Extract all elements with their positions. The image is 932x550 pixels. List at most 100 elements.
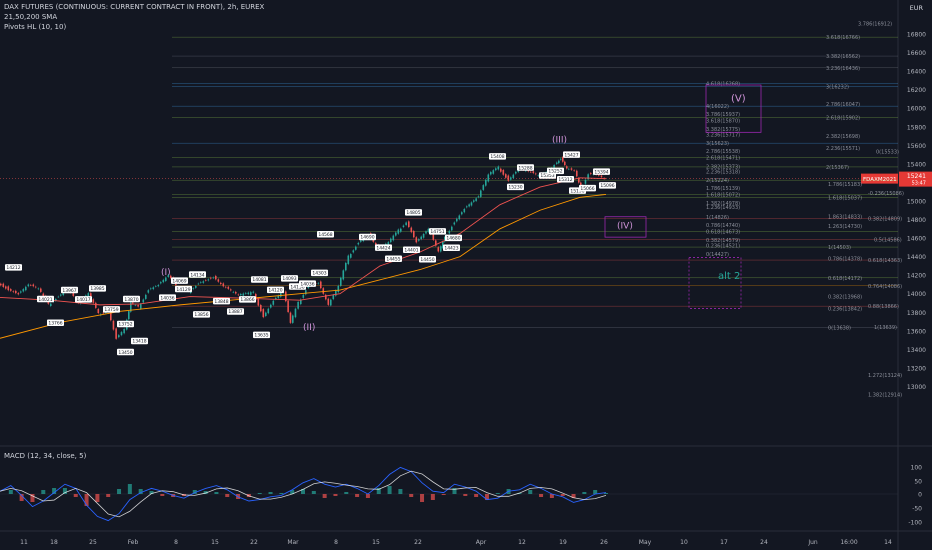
candle-body	[20, 291, 22, 293]
pivot-badge-label: 14212	[6, 265, 20, 271]
candle-body	[155, 286, 157, 287]
price-chart[interactable]: 16800 16600 16400 16200 16000 15800 15600 15400…	[0, 0, 932, 550]
fib-label-lower: 0.382(14809)	[868, 217, 902, 223]
candle-body	[492, 170, 495, 174]
candle-body	[207, 279, 210, 281]
macd-histogram-bar	[160, 494, 165, 496]
sma-indicator-label[interactable]: 21,50,200 SMA	[4, 13, 57, 21]
candle-body	[397, 229, 400, 234]
candle-body	[92, 299, 95, 303]
time-axis-tick: 17	[720, 539, 728, 546]
macd-histogram-bar	[463, 494, 468, 496]
candle-body	[292, 315, 294, 323]
candle-body	[500, 168, 502, 172]
pivot-badge-label: 13887	[228, 309, 242, 315]
time-axis-tick: 14	[884, 539, 892, 546]
candle-body	[167, 275, 170, 277]
candle-body	[0, 283, 2, 286]
price-axis-tick: 13600	[907, 328, 926, 335]
price-axis-tick: 13000	[907, 384, 926, 391]
macd-indicator-label[interactable]: MACD (12, 34, close, 5)	[4, 452, 86, 460]
candle-body	[408, 221, 410, 228]
candle-body	[60, 294, 62, 296]
time-axis-tick: Apr	[476, 539, 487, 546]
candle-body	[220, 282, 222, 284]
macd-histogram-bar	[398, 489, 403, 494]
candle-body	[2, 283, 5, 287]
macd-histogram-bar	[420, 494, 425, 502]
pivots-indicator-label[interactable]: Pivots HL (10, 10)	[4, 23, 66, 31]
price-axis-tick: 14400	[907, 254, 926, 261]
macd-histogram-bar	[495, 493, 500, 494]
candle-body	[553, 164, 555, 168]
fib-label-lower: 1.618(15037)	[828, 196, 862, 202]
candle-body	[482, 185, 485, 190]
macd-axis-tick: -50	[912, 506, 922, 513]
pivot-badge-label: 14017	[76, 297, 90, 303]
pivot-badge-label: 15427	[564, 152, 578, 158]
candle-body	[242, 293, 245, 296]
pivot-badge-label: 13866	[240, 297, 254, 303]
candle-body	[470, 202, 473, 206]
macd-axis-tick: 100	[911, 465, 923, 472]
candle-body	[22, 289, 25, 292]
candle-body	[287, 300, 289, 313]
price-axis-tick: 15600	[907, 143, 926, 150]
macd-histogram-bar	[441, 494, 446, 495]
candle-body	[466, 206, 468, 208]
macd-histogram-bar	[117, 489, 122, 494]
candle-body	[15, 290, 17, 294]
pivot-badge-label: 14129	[176, 287, 190, 293]
price-axis-tick: 14600	[907, 236, 926, 243]
macd-histogram-bar	[95, 494, 100, 502]
pivot-badge-label: 14690	[360, 235, 374, 241]
candle-body	[357, 242, 360, 245]
price-axis-tick: 15400	[907, 161, 926, 168]
wave-label: (III)	[552, 136, 567, 146]
pivot-badge-label: 14680	[446, 236, 460, 242]
candle-body	[317, 283, 320, 284]
candle-body	[485, 179, 487, 186]
time-axis-tick: 18	[50, 539, 58, 546]
time-axis-tick: Jun	[807, 539, 818, 546]
candle-body	[142, 299, 145, 303]
candle-body	[205, 280, 207, 281]
price-axis-tick: 14000	[907, 291, 926, 298]
candle-body	[270, 304, 272, 308]
macd-histogram-bar	[214, 492, 219, 494]
candle-body	[115, 328, 117, 339]
candle-body	[568, 168, 570, 170]
candle-body	[37, 288, 40, 290]
candle-body	[123, 328, 125, 334]
fib-label-lower: 0.5(14586)	[874, 237, 902, 243]
pivot-badge-label: 15096	[600, 183, 614, 189]
candle-body	[212, 277, 215, 279]
candle-body	[327, 298, 330, 305]
fib-label-upper: 3.618(15870)	[706, 118, 740, 124]
candle-body	[289, 312, 292, 323]
currency-label: EUR	[910, 4, 924, 12]
pivot-badge-label: 15394	[594, 169, 608, 175]
price-axis-tick: 16000	[907, 106, 926, 113]
candle-body	[217, 279, 220, 282]
pivot-badge-label: 14081	[252, 277, 266, 283]
candle-body	[235, 291, 237, 294]
candle-body	[570, 168, 573, 170]
macd-histogram-bar	[582, 492, 587, 494]
candle-body	[578, 178, 580, 183]
candle-body	[32, 284, 35, 287]
fib-label-upper: 3.618(16766)	[826, 35, 860, 41]
pivot-badge-label: 15312	[558, 177, 572, 183]
candle-body	[437, 247, 440, 252]
fib-label-lower: 0.382(13968)	[828, 295, 862, 301]
fib-label-upper: 1(14826)	[706, 215, 729, 221]
time-axis-tick: 11	[20, 539, 28, 546]
candle-body	[564, 161, 566, 166]
candle-body	[392, 235, 395, 241]
candle-body	[302, 294, 305, 298]
fib-label-upper: 2.786(15538)	[706, 149, 740, 155]
fib-label-upper: 0.786(14740)	[706, 223, 740, 229]
candle-body	[410, 227, 413, 233]
macd-histogram-bar	[409, 494, 414, 497]
price-axis-tick: 16800	[907, 32, 926, 39]
